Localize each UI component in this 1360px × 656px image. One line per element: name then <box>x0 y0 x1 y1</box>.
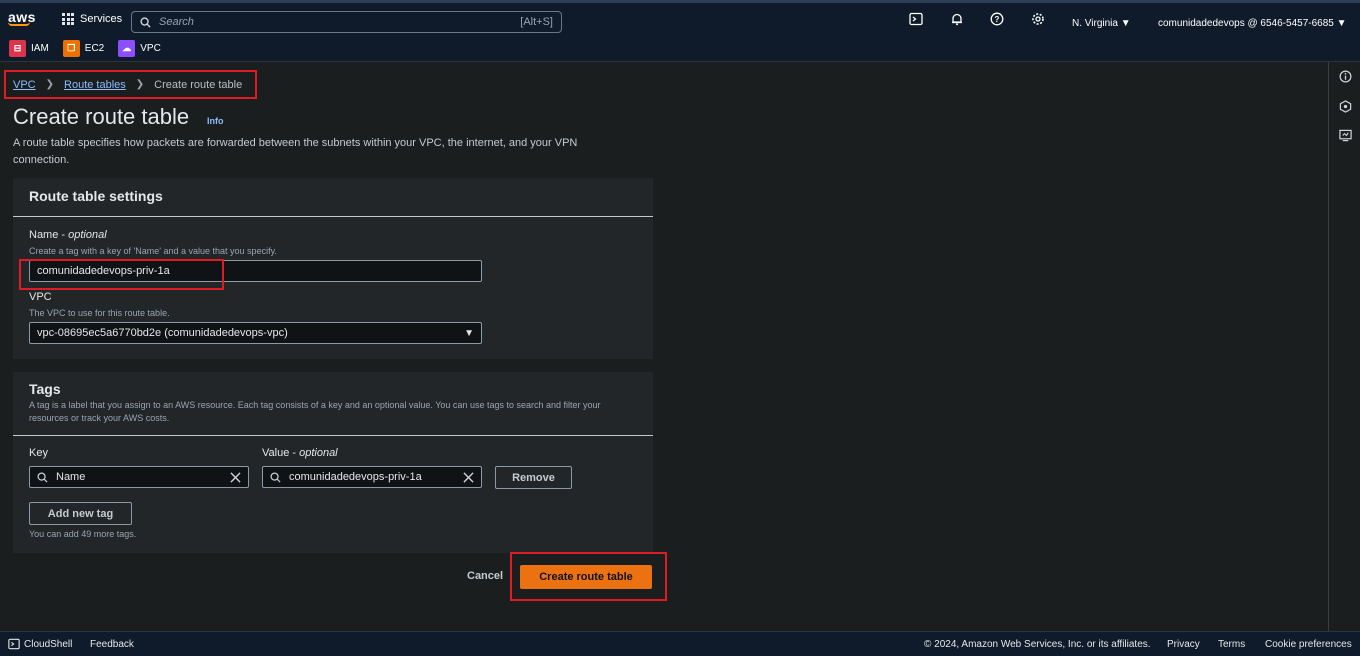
footer-feedback[interactable]: Feedback <box>90 639 134 650</box>
chevron-right-icon: ❯ <box>135 79 145 90</box>
tag-value-input[interactable]: comunidadedevops-priv-1a <box>262 466 482 488</box>
iam-icon: ⊟ <box>9 40 26 57</box>
create-route-table-button[interactable]: Create route table <box>520 565 652 589</box>
cloudshell-icon <box>8 638 20 650</box>
favorite-label: EC2 <box>84 43 105 54</box>
ec2-icon: ❐ <box>62 40 80 57</box>
search-placeholder: Search <box>159 16 194 28</box>
caret-down-icon: ▼ <box>464 327 474 339</box>
value-label: Value - optional <box>262 447 338 459</box>
favorite-label: VPC <box>140 43 161 54</box>
right-tools-rail <box>1328 62 1360 631</box>
search-input[interactable]: Search [Alt+S] <box>131 11 562 33</box>
breadcrumb: VPC ❯ Route tables ❯ Create route table <box>4 70 257 99</box>
favorite-vpc[interactable]: ☁ VPC <box>118 40 161 57</box>
vpc-label: VPC <box>29 291 52 303</box>
tag-value-value: comunidadedevops-priv-1a <box>289 471 422 483</box>
clear-icon[interactable] <box>463 471 474 483</box>
cancel-button[interactable]: Cancel <box>467 570 503 582</box>
page-title: Create route table <box>13 104 190 129</box>
remove-tag-button[interactable]: Remove <box>495 466 572 489</box>
vpc-select[interactable]: vpc-08695ec5a6770bd2e (comunidadedevops-… <box>29 322 482 344</box>
region-selector[interactable]: N. Virginia ▼ <box>1072 18 1131 29</box>
footer-copyright: © 2024, Amazon Web Services, Inc. or its… <box>924 638 1151 650</box>
panel-header: Route table settings <box>13 178 653 217</box>
info-panel-icon[interactable] <box>1338 70 1352 84</box>
search-shortcut: [Alt+S] <box>520 16 553 28</box>
favorite-label: IAM <box>31 43 49 54</box>
footer-privacy[interactable]: Privacy <box>1167 639 1200 650</box>
caret-down-icon: ▼ <box>1336 18 1347 29</box>
favorite-ec2[interactable]: ❐ EC2 <box>62 40 105 57</box>
breadcrumb-route-tables[interactable]: Route tables <box>64 79 126 91</box>
aws-logo[interactable]: aws <box>8 9 36 26</box>
vpc-select-value: vpc-08695ec5a6770bd2e (comunidadedevops-… <box>37 327 288 339</box>
value-optional: optional <box>299 447 338 459</box>
grid-icon <box>62 13 74 25</box>
name-optional: optional <box>68 229 107 241</box>
services-label: Services <box>80 13 123 25</box>
account-menu[interactable]: comunidadedevops @ 6546-5457-6685 ▼ <box>1158 18 1347 29</box>
cloudshell-label: CloudShell <box>24 638 73 650</box>
key-label: Key <box>29 447 48 459</box>
tutorial-screen-icon[interactable] <box>1338 129 1352 143</box>
top-nav: aws Services Search [Alt+S] ? N. Virgini… <box>0 0 1360 36</box>
caret-down-icon: ▼ <box>1120 18 1131 29</box>
bell-icon[interactable] <box>948 12 966 30</box>
page-description: A route table specifies how packets are … <box>13 137 578 166</box>
panel-header: Tags A tag is a label that you assign to… <box>13 372 653 436</box>
favorites-bar: ⊟ IAM ❐ EC2 ☁ VPC <box>0 36 1360 62</box>
hexagon-icon[interactable] <box>1338 100 1352 114</box>
name-label: Name - optional <box>29 229 107 241</box>
breadcrumb-current: Create route table <box>154 78 243 91</box>
aws-logo-text: aws <box>8 9 36 25</box>
tag-key-input[interactable]: Name <box>29 466 249 488</box>
search-icon <box>270 471 281 483</box>
settings-icon[interactable] <box>1029 12 1047 30</box>
region-label: N. Virginia <box>1072 18 1118 29</box>
footer-cloudshell[interactable]: CloudShell <box>8 638 72 650</box>
svg-text:?: ? <box>995 15 1000 24</box>
value-label-text: Value - <box>262 447 300 459</box>
breadcrumb-vpc[interactable]: VPC <box>13 79 36 91</box>
highlight-name-field <box>19 259 224 290</box>
tags-description: A tag is a label that you assign to an A… <box>29 400 601 423</box>
chevron-right-icon: ❯ <box>45 79 55 90</box>
info-link[interactable]: Info <box>207 116 224 126</box>
search-icon <box>37 471 48 483</box>
tags-heading: Tags <box>29 381 61 397</box>
search-icon <box>140 16 151 28</box>
services-menu[interactable]: Services <box>62 13 122 25</box>
cloudshell-icon[interactable] <box>907 12 925 30</box>
help-icon[interactable]: ? <box>988 12 1006 30</box>
clear-icon[interactable] <box>230 471 241 483</box>
tags-remaining: You can add 49 more tags. <box>29 529 137 539</box>
footer-terms[interactable]: Terms <box>1218 639 1245 650</box>
tag-key-value: Name <box>56 471 86 483</box>
add-new-tag-button[interactable]: Add new tag <box>29 502 132 525</box>
vpc-icon: ☁ <box>118 40 136 57</box>
name-hint: Create a tag with a key of 'Name' and a … <box>29 246 277 256</box>
tags-panel: Tags A tag is a label that you assign to… <box>13 372 653 553</box>
panel-heading: Route table settings <box>29 188 163 204</box>
favorite-iam[interactable]: ⊟ IAM <box>9 40 49 57</box>
footer: CloudShell Feedback © 2024, Amazon Web S… <box>0 631 1360 656</box>
account-label: comunidadedevops @ 6546-5457-6685 <box>1158 18 1334 29</box>
name-label-text: Name - <box>29 229 69 241</box>
vpc-hint: The VPC to use for this route table. <box>29 308 170 318</box>
footer-cookies[interactable]: Cookie preferences <box>1265 639 1352 650</box>
